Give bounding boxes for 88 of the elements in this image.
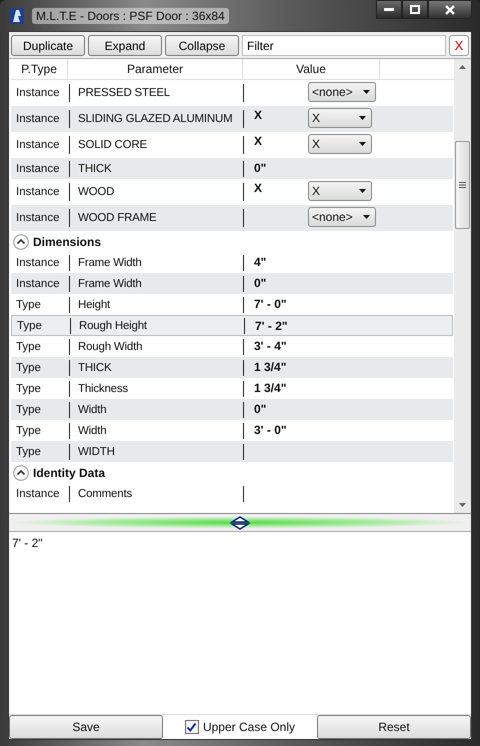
- column-header[interactable]: Parameter: [68, 59, 243, 79]
- maximize-button[interactable]: [402, 0, 428, 19]
- parameter-cell: WOOD: [70, 183, 244, 201]
- scroll-thumb[interactable]: [455, 141, 470, 229]
- ptype-cell: Instance: [11, 183, 70, 201]
- value-dropdown[interactable]: <none>: [308, 207, 376, 227]
- collapse-icon[interactable]: [13, 464, 29, 480]
- parameter-cell: SOLID CORE: [70, 136, 244, 154]
- window-title: M.L.T.E - Doors : PSF Door : 36x84: [32, 8, 229, 24]
- group-header: Dimensions: [33, 234, 102, 248]
- ptype-cell: Instance: [11, 136, 70, 154]
- ptype-cell: Type: [11, 422, 70, 438]
- value-cell-text: 0": [254, 160, 266, 175]
- value-cell-text: 1 3/4": [254, 359, 286, 374]
- ptype-cell: Type: [11, 338, 70, 354]
- close-button[interactable]: [428, 0, 472, 19]
- value-cell-text: 7' - 2": [255, 318, 288, 333]
- resize-arrows-icon: [230, 516, 250, 530]
- scrollbar[interactable]: [454, 59, 471, 513]
- ptype-cell: Instance: [11, 276, 70, 292]
- parameter-cell: Thickness: [70, 380, 244, 396]
- parameter-cell: PRESSED STEEL: [70, 84, 244, 102]
- filter-field[interactable]: Filter: [242, 35, 446, 56]
- reset-button[interactable]: Reset: [317, 715, 471, 739]
- value-cell-text: 3' - 0": [254, 422, 287, 437]
- dropdown-arrow-icon: [359, 116, 366, 120]
- parameter-cell: Frame Width: [70, 276, 244, 292]
- value-cell-text: 4": [254, 254, 266, 269]
- dropdown-arrow-icon: [359, 142, 366, 146]
- grip-icon: [459, 182, 466, 188]
- toolbar-button[interactable]: Collapse: [165, 35, 239, 56]
- toolbar-button[interactable]: Duplicate: [11, 35, 85, 56]
- value-cell-text: 7' - 0": [254, 296, 287, 311]
- ptype-cell: Instance: [11, 160, 70, 176]
- parameter-cell: THICK: [70, 360, 244, 376]
- minimize-icon: [384, 8, 394, 12]
- value-dropdown[interactable]: X: [308, 134, 372, 154]
- parameter-cell: Width: [70, 402, 244, 418]
- collapse-icon[interactable]: [13, 234, 29, 250]
- clear-filter-button[interactable]: X: [449, 35, 469, 56]
- column-header[interactable]: Value: [243, 59, 380, 79]
- parameter-cell: Width: [70, 422, 244, 438]
- value-cell-text: 1 3/4": [254, 380, 286, 395]
- value-dropdown[interactable]: <none>: [308, 82, 376, 102]
- parameter-cell: Rough Width: [70, 338, 244, 354]
- value-dropdown[interactable]: X: [308, 108, 372, 128]
- ptype-cell: Type: [11, 402, 70, 418]
- ptype-cell: Type: [12, 318, 71, 334]
- parameter-cell: Rough Height: [71, 318, 245, 334]
- dropdown-arrow-icon: [363, 90, 370, 94]
- app-icon: [10, 8, 24, 24]
- value-cell-text: 3' - 4": [254, 338, 287, 353]
- ptype-cell: Instance: [11, 486, 70, 502]
- checkbox-label: Upper Case Only: [202, 720, 296, 734]
- ptype-cell: Instance: [11, 84, 70, 102]
- ptype-cell: Type: [11, 444, 70, 460]
- group-header: Identity Data: [33, 466, 106, 480]
- value-cell-text: X: [254, 180, 262, 195]
- ptype-cell: Instance: [11, 209, 70, 227]
- dropdown-arrow-icon: [363, 215, 370, 219]
- parameter-cell: Frame Width: [70, 254, 244, 270]
- scroll-up-icon: [459, 65, 466, 69]
- ptype-cell: Instance: [11, 110, 70, 128]
- parameter-cell: Height: [70, 296, 244, 312]
- scroll-down-icon: [459, 503, 466, 507]
- ptype-cell: Type: [11, 296, 70, 312]
- close-icon: [445, 4, 455, 14]
- minimize-button[interactable]: [376, 0, 402, 19]
- ptype-cell: Instance: [11, 254, 70, 270]
- parameter-cell: Comments: [70, 486, 244, 502]
- column-header[interactable]: P.Type: [11, 59, 68, 79]
- toolbar-button[interactable]: Expand: [88, 35, 162, 56]
- parameter-cell: WOOD FRAME: [70, 209, 244, 227]
- ptype-cell: Type: [11, 380, 70, 396]
- parameter-cell: THICK: [70, 160, 244, 176]
- save-button[interactable]: Save: [9, 715, 163, 739]
- dropdown-arrow-icon: [359, 189, 366, 193]
- maximize-icon: [410, 5, 420, 14]
- parameter-cell: WIDTH: [70, 444, 244, 460]
- upper-case-checkbox[interactable]: [184, 720, 199, 734]
- parameter-cell: SLIDING GLAZED ALUMINUM: [70, 110, 244, 128]
- value-cell-text: 0": [254, 401, 266, 416]
- value-dropdown[interactable]: X: [308, 181, 372, 201]
- value-cell-text: 0": [254, 275, 266, 290]
- value-cell-text: X: [254, 133, 262, 148]
- selected-row[interactable]: Type Rough Height 7' - 2": [11, 315, 453, 336]
- value-cell-text: X: [254, 107, 262, 122]
- ptype-cell: Type: [11, 360, 70, 376]
